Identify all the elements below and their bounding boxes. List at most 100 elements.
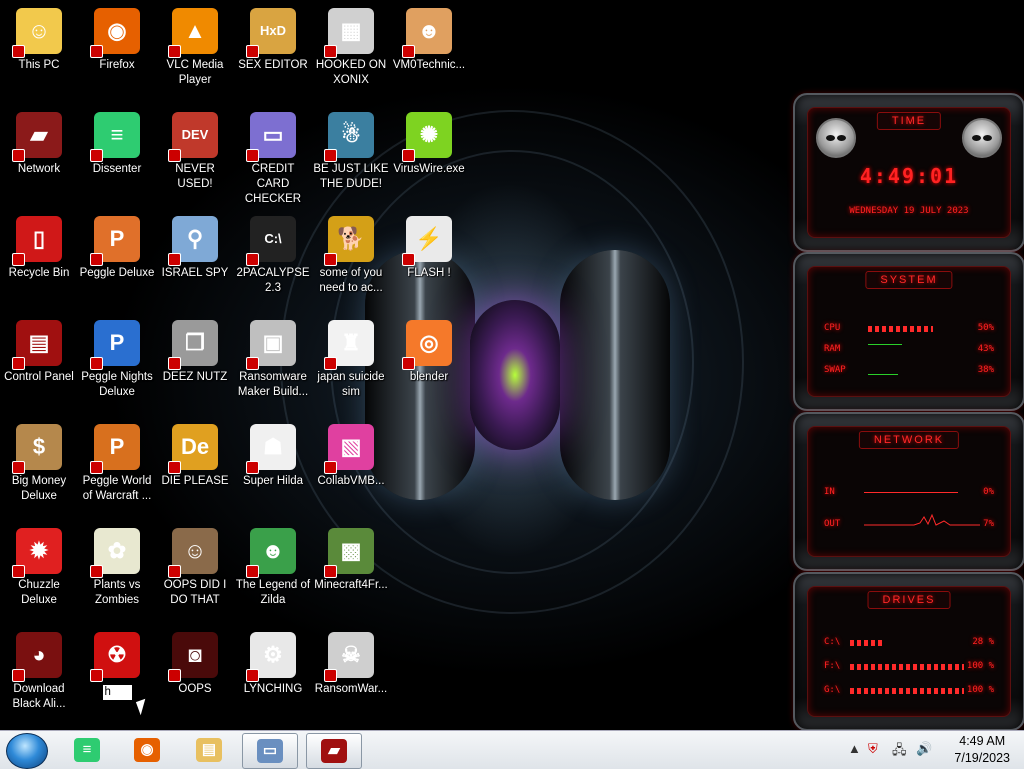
plants-vs-zombies-icon: ✿ (90, 528, 140, 578)
desktop-icon-credit-card-checker[interactable]: ▭ CREDIT CARD CHECKER (234, 104, 312, 205)
dissenter-icon: ≡ (74, 738, 100, 762)
rename-textbox[interactable]: h (101, 684, 133, 701)
desktop-icon-hooked-on-xonix[interactable]: ▦ HOOKED ON XONIX (312, 0, 390, 100)
dissenter-icon: ≡ (90, 112, 140, 162)
desktop-icon-be-just-like-the-dude[interactable]: ☃ BE JUST LIKE THE DUDE! (312, 104, 390, 204)
desktop-icon-this-pc[interactable]: ☺ This PC (0, 0, 78, 100)
taskbar-app-vm-window[interactable]: ▭ (242, 733, 298, 769)
desktop-icon-legend-of-zilda[interactable]: ☻ The Legend of Zilda (234, 520, 312, 620)
desktop-icon-japan-suicide-sim[interactable]: ♜ japan suicide sim (312, 312, 390, 412)
desktop-icon-flash[interactable]: ⚡ FLASH ! (390, 208, 468, 308)
shortcut-arrow-icon (246, 253, 259, 266)
desktop-icon-big-money-deluxe[interactable]: $ Big Money Deluxe (0, 416, 78, 516)
wallpaper-pod-right (560, 250, 670, 500)
desktop-icon-label: HOOKED ON XONIX (315, 59, 387, 86)
taskbar-app-red-app[interactable]: ▰ (306, 733, 362, 769)
credit-card-checker-icon: ▭ (246, 112, 296, 162)
download-black-ali-icon: ◕ (12, 632, 62, 682)
oops-icon: ◙ (168, 632, 218, 682)
desktop-icon-label: FLASH ! (407, 267, 451, 279)
desktop-icon-deez-nutz[interactable]: ❐ DEEZ NUTZ (156, 312, 234, 412)
shortcut-arrow-icon (168, 461, 181, 474)
time-gadget-title: TIME (876, 112, 942, 130)
network-row-out: OUT 7% (824, 513, 994, 531)
desktop-icon-network[interactable]: ▰ Network (0, 104, 78, 204)
gadget-date: WEDNESDAY 19 JULY 2023 (849, 206, 969, 216)
desktop-icon-plants-vs-zombies[interactable]: ✿ Plants vs Zombies (78, 520, 156, 620)
shortcut-arrow-icon (90, 45, 103, 58)
desktop-icon-recycle-bin[interactable]: ▯ Recycle Bin (0, 208, 78, 308)
desktop-icon-some-of-you[interactable]: 🐕 some of you need to ac... (312, 208, 390, 308)
shortcut-arrow-icon (12, 669, 25, 682)
desktop-icon-dissenter[interactable]: ≡ Dissenter (78, 104, 156, 204)
desktop-icon-label: BE JUST LIKE THE DUDE! (313, 163, 389, 190)
desktop-icon-label: Peggle Deluxe (79, 267, 155, 279)
taskbar-app-firefox[interactable]: ◉ (120, 733, 174, 767)
system-gadget-title: SYSTEM (865, 271, 953, 289)
desktop-icon-oops[interactable]: ◙ OOPS (156, 624, 234, 724)
shortcut-arrow-icon (324, 669, 337, 682)
volume-icon[interactable]: 🔊 (916, 741, 932, 757)
vm-window-icon: ▭ (257, 739, 283, 763)
desktop-icon-sex-editor[interactable]: HxD SEX EDITOR (234, 0, 312, 100)
desktop-icon-viruswire[interactable]: ✺ VirusWire.exe (390, 104, 468, 204)
desktop-icon-super-hilda[interactable]: ☗ Super Hilda (234, 416, 312, 516)
desktop-icon-label: Chuzzle Deluxe (18, 579, 60, 606)
taskbar-app-dissenter[interactable]: ≡ (60, 733, 114, 767)
show-hidden-icons-icon[interactable]: ▲ (848, 741, 861, 756)
desktop-icon-label: LYNCHING (243, 683, 303, 695)
drive-usage-value: 28 % (972, 637, 994, 647)
desktop-icon-vm0technic[interactable]: ☻ VM0Technic... (390, 0, 468, 100)
shortcut-arrow-icon (90, 253, 103, 266)
network-icon[interactable]: 🖧 (892, 741, 907, 763)
drives-gadget[interactable]: DRIVES C:\ 28 % F:\ 100 % G:\ 100 % (793, 572, 1024, 730)
security-alert-icon[interactable]: ⛨ (868, 741, 878, 757)
system-gadget[interactable]: SYSTEM CPU 50% RAM 43% SWAP 38% (793, 252, 1024, 411)
firefox-icon: ◉ (134, 738, 160, 762)
desktop-icon-control-panel[interactable]: ▤ Control Panel (0, 312, 78, 412)
desktop-icon-chuzzle-deluxe[interactable]: ✹ Chuzzle Deluxe (0, 520, 78, 620)
desktop-icon-ransomware-maker[interactable]: ▣ Ransomware Maker Build... (234, 312, 312, 412)
desktop-icon-vlc[interactable]: ▲ VLC Media Player (156, 0, 234, 100)
network-gadget[interactable]: NETWORK IN 0% OUT 7% (793, 412, 1024, 571)
desktop-icon-minecraft4fr[interactable]: ▩ Minecraft4Fr... (312, 520, 390, 620)
desktop-icon-oops-did-i-do-that[interactable]: ☺ OOPS DID I DO THAT (156, 520, 234, 620)
desktop-icon-label: Plants vs Zombies (93, 579, 141, 606)
taskbar-app-file-explorer[interactable]: ▤ (182, 733, 236, 767)
time-gadget[interactable]: TIME 4:49:01 WEDNESDAY 19 JULY 2023 (793, 93, 1024, 252)
time-gadget-panel: TIME 4:49:01 WEDNESDAY 19 JULY 2023 (807, 107, 1011, 238)
desktop-icon-label: SEX EDITOR (238, 59, 308, 71)
desktop-icon-download-black-ali[interactable]: ◕ Download Black Ali... (0, 624, 78, 724)
desktop-icon-never-used[interactable]: DEV NEVER USED! (156, 104, 234, 204)
system-row-value: 38% (977, 365, 994, 375)
drive-usage-bar (850, 664, 964, 670)
shortcut-arrow-icon (246, 357, 259, 370)
desktop-icon-label: Recycle Bin (8, 267, 70, 279)
desktop-icon-firefox[interactable]: ◉ Firefox (78, 0, 156, 100)
shortcut-arrow-icon (402, 253, 415, 266)
desktop-icon-peggle-deluxe[interactable]: P Peggle Deluxe (78, 208, 156, 308)
shortcut-arrow-icon (90, 357, 103, 370)
desktop-icon-die-please[interactable]: De DIE PLEASE (156, 416, 234, 516)
desktop-icon-label: This PC (18, 59, 60, 71)
start-button[interactable] (6, 733, 48, 769)
desktop-icon-lynching[interactable]: ⚙ LYNCHING (234, 624, 312, 724)
desktop-icon-label: VLC Media Player (166, 59, 224, 86)
desktop-icon-collabvmb[interactable]: ▧ CollabVMB... (312, 416, 390, 516)
some-of-you-icon: 🐕 (324, 216, 374, 266)
taskbar-clock[interactable]: 4:49 AM 7/19/2023 (954, 733, 1010, 767)
desktop-icon-label: Download Black Ali... (12, 683, 66, 710)
network-row-in: IN 0% (824, 487, 994, 497)
desktop-icon-label: DIE PLEASE (161, 475, 229, 487)
desktop-icon-peggle-nights-deluxe[interactable]: P Peggle Nights Deluxe (78, 312, 156, 412)
drives-gadget-panel: DRIVES C:\ 28 % F:\ 100 % G:\ 100 % (807, 586, 1011, 717)
desktop-icon-label: Control Panel (4, 371, 74, 383)
desktop-icon-blender[interactable]: ◎ blender (390, 312, 468, 412)
shortcut-arrow-icon (168, 253, 181, 266)
desktop-icon-peggle-wow[interactable]: P Peggle World of Warcraft ... (78, 416, 156, 516)
desktop[interactable]: ☺ This PC ◉ Firefox ▲ VLC Media Player HxD SEX … (0, 0, 1024, 730)
desktop-icon-israel-spy[interactable]: ⚲ ISRAEL SPY (156, 208, 234, 308)
desktop-icon-ransomwar[interactable]: ☠ RansomWar... (312, 624, 390, 724)
drive-row: F:\ 100 % (824, 661, 994, 673)
desktop-icon-2pacalypse[interactable]: C:\ 2PACALYPSE 2.3 (234, 208, 312, 308)
